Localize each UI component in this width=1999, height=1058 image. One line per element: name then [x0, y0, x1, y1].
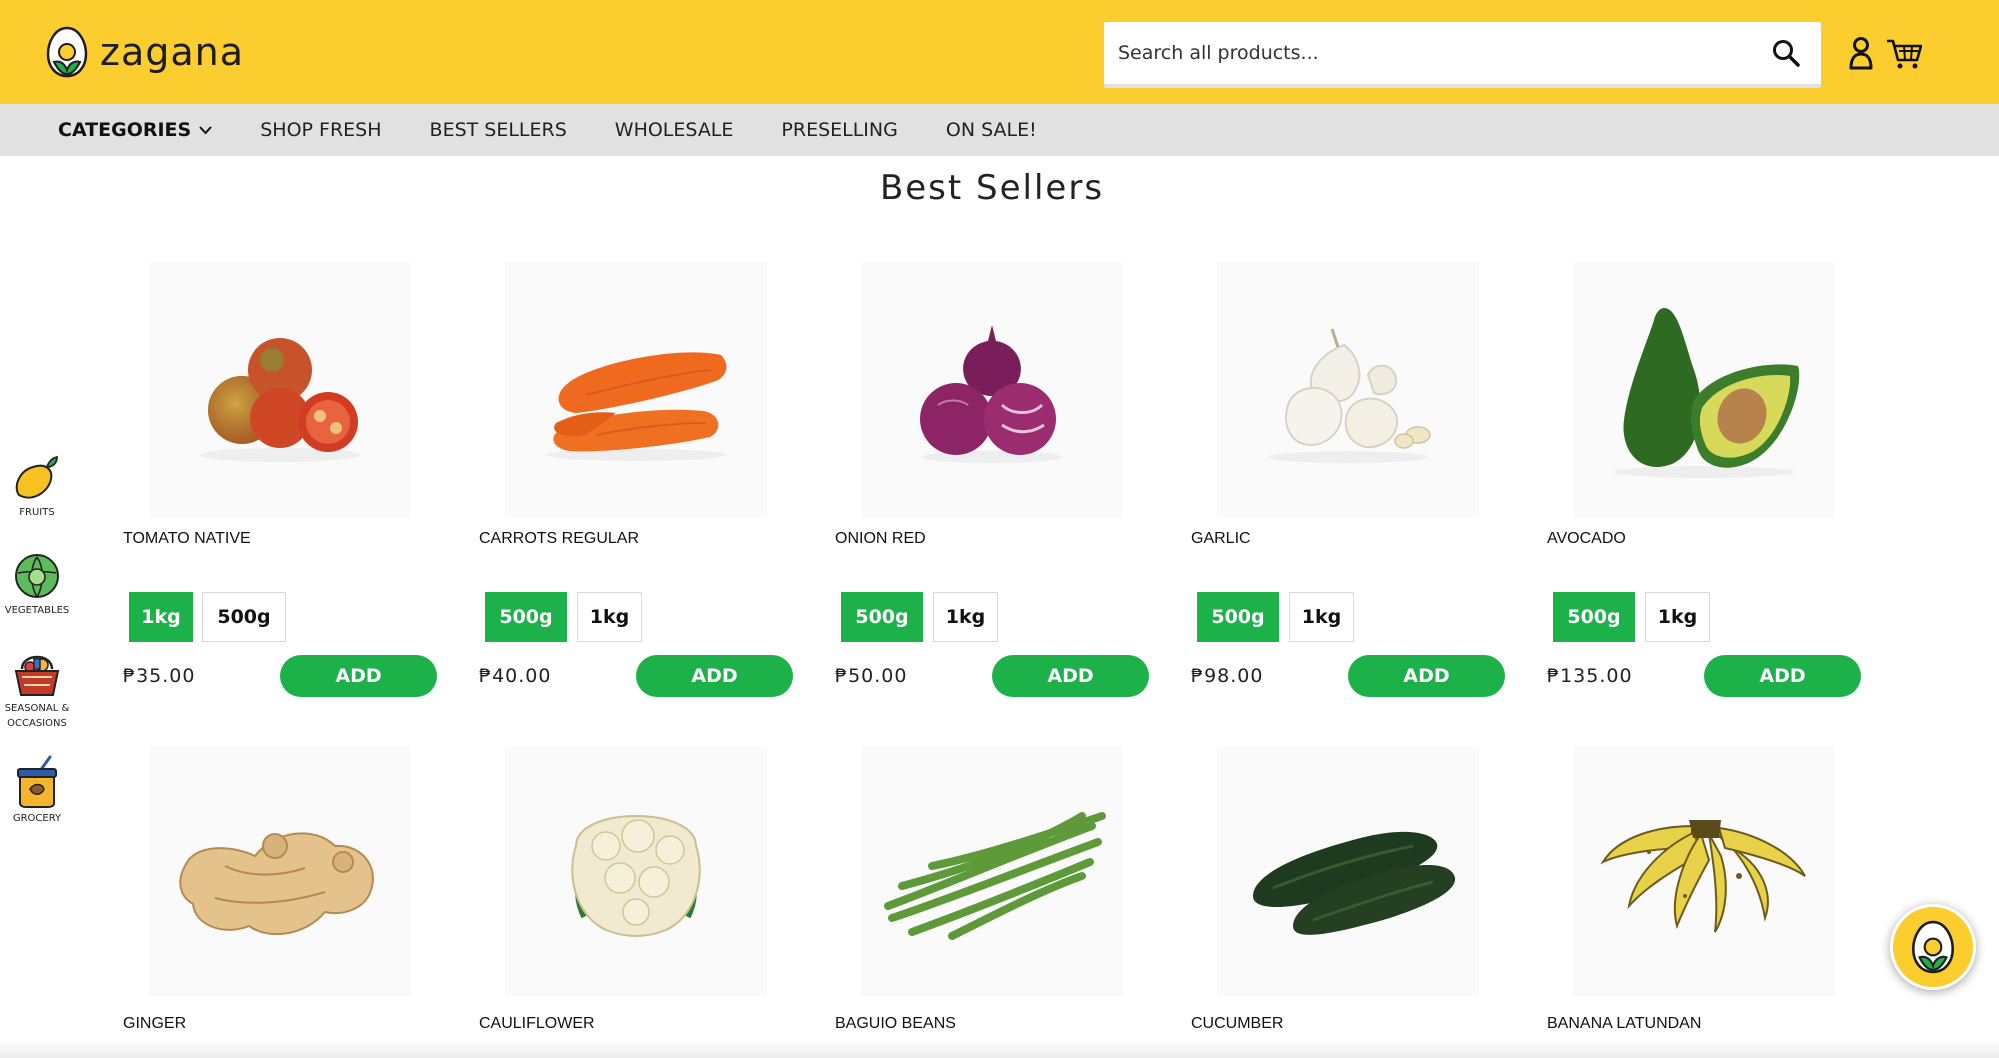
side-item-vegetables[interactable]: VEGETABLES: [0, 551, 74, 618]
product-card: [835, 746, 1155, 996]
nav-on-sale[interactable]: ON SALE!: [946, 119, 1037, 141]
product-price: ₱135.00: [1547, 665, 1633, 687]
product-card: [1191, 746, 1511, 996]
product-name[interactable]: BANANA LATUNDAN: [1547, 1015, 1701, 1033]
grocery-jar-icon: [17, 755, 57, 808]
product-price: ₱50.00: [835, 665, 908, 687]
nav-best-sellers[interactable]: BEST SELLERS: [430, 119, 567, 141]
account-icon[interactable]: [1848, 36, 1874, 70]
side-category-bar: FRUITS VEGETABLES SEASONAL & OCCASIONS G…: [0, 425, 96, 845]
product-image[interactable]: [149, 746, 411, 996]
product-price: ₱40.00: [479, 665, 552, 687]
product-image[interactable]: [1573, 746, 1835, 996]
product-card: [835, 262, 1155, 518]
nav-categories-label: CATEGORIES: [58, 119, 192, 141]
add-to-cart-button[interactable]: ADD: [1704, 655, 1861, 697]
product-name[interactable]: TOMATO NATIVE: [123, 530, 251, 548]
product-card: [1191, 262, 1511, 518]
search-input[interactable]: [1104, 22, 1744, 84]
variant-option[interactable]: 500g: [202, 592, 286, 642]
variant-option[interactable]: 1kg: [1289, 592, 1354, 642]
side-item-seasonal[interactable]: SEASONAL & OCCASIONS: [0, 647, 74, 731]
variant-option[interactable]: 500g: [1197, 592, 1279, 642]
carrot-image: [546, 352, 727, 461]
zagana-logo-icon: [1911, 920, 1955, 974]
product-image[interactable]: [505, 746, 767, 996]
cauliflower-image: [571, 815, 701, 937]
product-image[interactable]: [1573, 262, 1835, 518]
green-beans-image: [884, 812, 1106, 940]
mango-icon: [15, 455, 58, 499]
product-image[interactable]: [149, 262, 411, 518]
brand-name: zagana: [100, 30, 245, 74]
banana-image: [1600, 820, 1806, 933]
product-card: [123, 746, 443, 996]
chat-button[interactable]: [1890, 904, 1976, 990]
product-image[interactable]: [1217, 262, 1479, 518]
product-card: [1547, 746, 1867, 996]
nav-categories[interactable]: CATEGORIES: [58, 119, 212, 141]
zagana-logo-icon: [46, 26, 88, 78]
product-card: [1547, 262, 1867, 518]
add-to-cart-button[interactable]: ADD: [280, 655, 437, 697]
side-item-fruits[interactable]: FRUITS: [0, 453, 74, 520]
variant-option[interactable]: 500g: [841, 592, 923, 642]
add-to-cart-button[interactable]: ADD: [636, 655, 793, 697]
main-nav: CATEGORIES SHOP FRESH BEST SELLERS WHOLE…: [0, 104, 1999, 156]
gift-basket-icon: [14, 655, 60, 696]
side-item-label: FRUITS: [19, 507, 55, 518]
add-to-cart-button[interactable]: ADD: [992, 655, 1149, 697]
product-name[interactable]: GARLIC: [1191, 530, 1251, 548]
nav-preselling[interactable]: PRESELLING: [781, 119, 897, 141]
search-icon[interactable]: [1771, 38, 1801, 68]
avocado-image: [1614, 308, 1800, 478]
product-image[interactable]: [861, 746, 1123, 996]
chevron-down-icon: [199, 125, 212, 134]
product-price: ₱35.00: [123, 665, 196, 687]
page-title: Best Sellers: [879, 168, 1105, 208]
nav-shop-fresh[interactable]: SHOP FRESH: [260, 119, 381, 141]
product-name[interactable]: AVOCADO: [1547, 530, 1626, 548]
product-name[interactable]: CARROTS REGULAR: [479, 530, 639, 548]
product-card: [479, 746, 799, 996]
product-image[interactable]: [505, 262, 767, 518]
search-bar: [1104, 22, 1821, 88]
site-logo[interactable]: zagana: [46, 26, 244, 78]
cucumber-image: [1253, 831, 1456, 935]
side-item-grocery[interactable]: GROCERY: [0, 755, 74, 826]
product-card: [479, 262, 799, 518]
side-item-label: VEGETABLES: [4, 605, 70, 616]
red-onion-image: [920, 325, 1062, 463]
product-price: ₱98.00: [1191, 665, 1264, 687]
product-image[interactable]: [1217, 746, 1479, 996]
product-name[interactable]: GINGER: [123, 1015, 186, 1033]
product-image[interactable]: [861, 262, 1123, 518]
side-item-label: SEASONAL &: [4, 703, 70, 714]
variant-option[interactable]: 1kg: [1645, 592, 1710, 642]
product-name[interactable]: ONION RED: [835, 530, 926, 548]
cabbage-icon: [15, 554, 59, 598]
variant-option[interactable]: 1kg: [129, 592, 193, 642]
variant-option[interactable]: 500g: [485, 592, 567, 642]
ginger-image: [179, 832, 374, 936]
page-bottom-shadow: [0, 1040, 1999, 1058]
site-header: zagana: [0, 0, 1999, 104]
variant-option[interactable]: 1kg: [577, 592, 642, 642]
side-item-label: GROCERY: [12, 813, 62, 824]
tomato-image: [200, 338, 360, 462]
product-name[interactable]: BAGUIO BEANS: [835, 1015, 956, 1033]
cart-icon[interactable]: [1886, 38, 1922, 70]
variant-option[interactable]: 1kg: [933, 592, 998, 642]
product-name[interactable]: CAULIFLOWER: [479, 1015, 595, 1033]
product-card: [123, 262, 443, 518]
nav-wholesale[interactable]: WHOLESALE: [615, 119, 734, 141]
product-name[interactable]: CUCUMBER: [1191, 1015, 1283, 1033]
garlic-image: [1268, 328, 1431, 463]
variant-option[interactable]: 500g: [1553, 592, 1635, 642]
add-to-cart-button[interactable]: ADD: [1348, 655, 1505, 697]
side-item-label-2: OCCASIONS: [7, 718, 67, 729]
